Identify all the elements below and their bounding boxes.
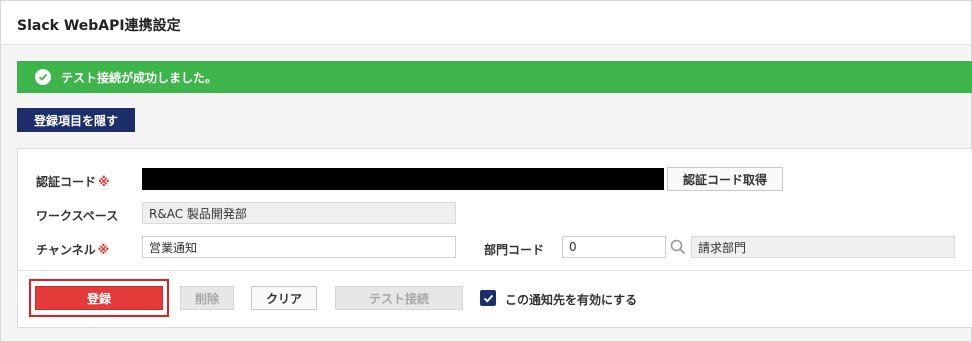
test-connection-button[interactable]: テスト接続 bbox=[335, 286, 463, 310]
page-title: Slack WebAPI連携設定 bbox=[17, 18, 181, 34]
enable-checkbox[interactable] bbox=[480, 290, 496, 306]
register-highlight bbox=[29, 279, 169, 317]
page-header: Slack WebAPI連携設定 bbox=[1, 1, 971, 45]
channel-label: チャンネル ※ bbox=[36, 243, 110, 257]
workspace-field: R&AC 製品開発部 bbox=[142, 202, 456, 224]
workspace-label: ワークスペース bbox=[36, 209, 119, 223]
department-code-label: 部門コード bbox=[484, 243, 545, 257]
checkmark-icon bbox=[483, 294, 493, 302]
auth-code-input[interactable] bbox=[142, 168, 664, 190]
required-mark: ※ bbox=[98, 175, 110, 189]
search-icon[interactable] bbox=[670, 239, 686, 255]
window-frame: Slack WebAPI連携設定 テスト接続が成功しました。 登録項目を隠す 認… bbox=[0, 0, 972, 342]
success-alert: テスト接続が成功しました。 bbox=[17, 61, 972, 93]
alert-message: テスト接続が成功しました。 bbox=[61, 70, 218, 85]
required-mark: ※ bbox=[97, 243, 110, 257]
clear-button[interactable]: クリア bbox=[251, 286, 317, 310]
auth-code-label: 認証コード ※ bbox=[36, 175, 110, 189]
channel-input[interactable]: 営業通知 bbox=[142, 236, 456, 258]
enable-label[interactable]: この通知先を有効にする bbox=[505, 291, 637, 308]
delete-button[interactable]: 削除 bbox=[180, 286, 234, 310]
department-code-input[interactable]: 0 bbox=[562, 236, 666, 258]
hide-fields-button[interactable]: 登録項目を隠す bbox=[17, 108, 135, 132]
check-circle-icon bbox=[35, 69, 51, 85]
department-name-field: 請求部門 bbox=[691, 236, 955, 258]
divider bbox=[18, 270, 972, 271]
fetch-auth-code-button[interactable]: 認証コード取得 bbox=[667, 167, 783, 191]
